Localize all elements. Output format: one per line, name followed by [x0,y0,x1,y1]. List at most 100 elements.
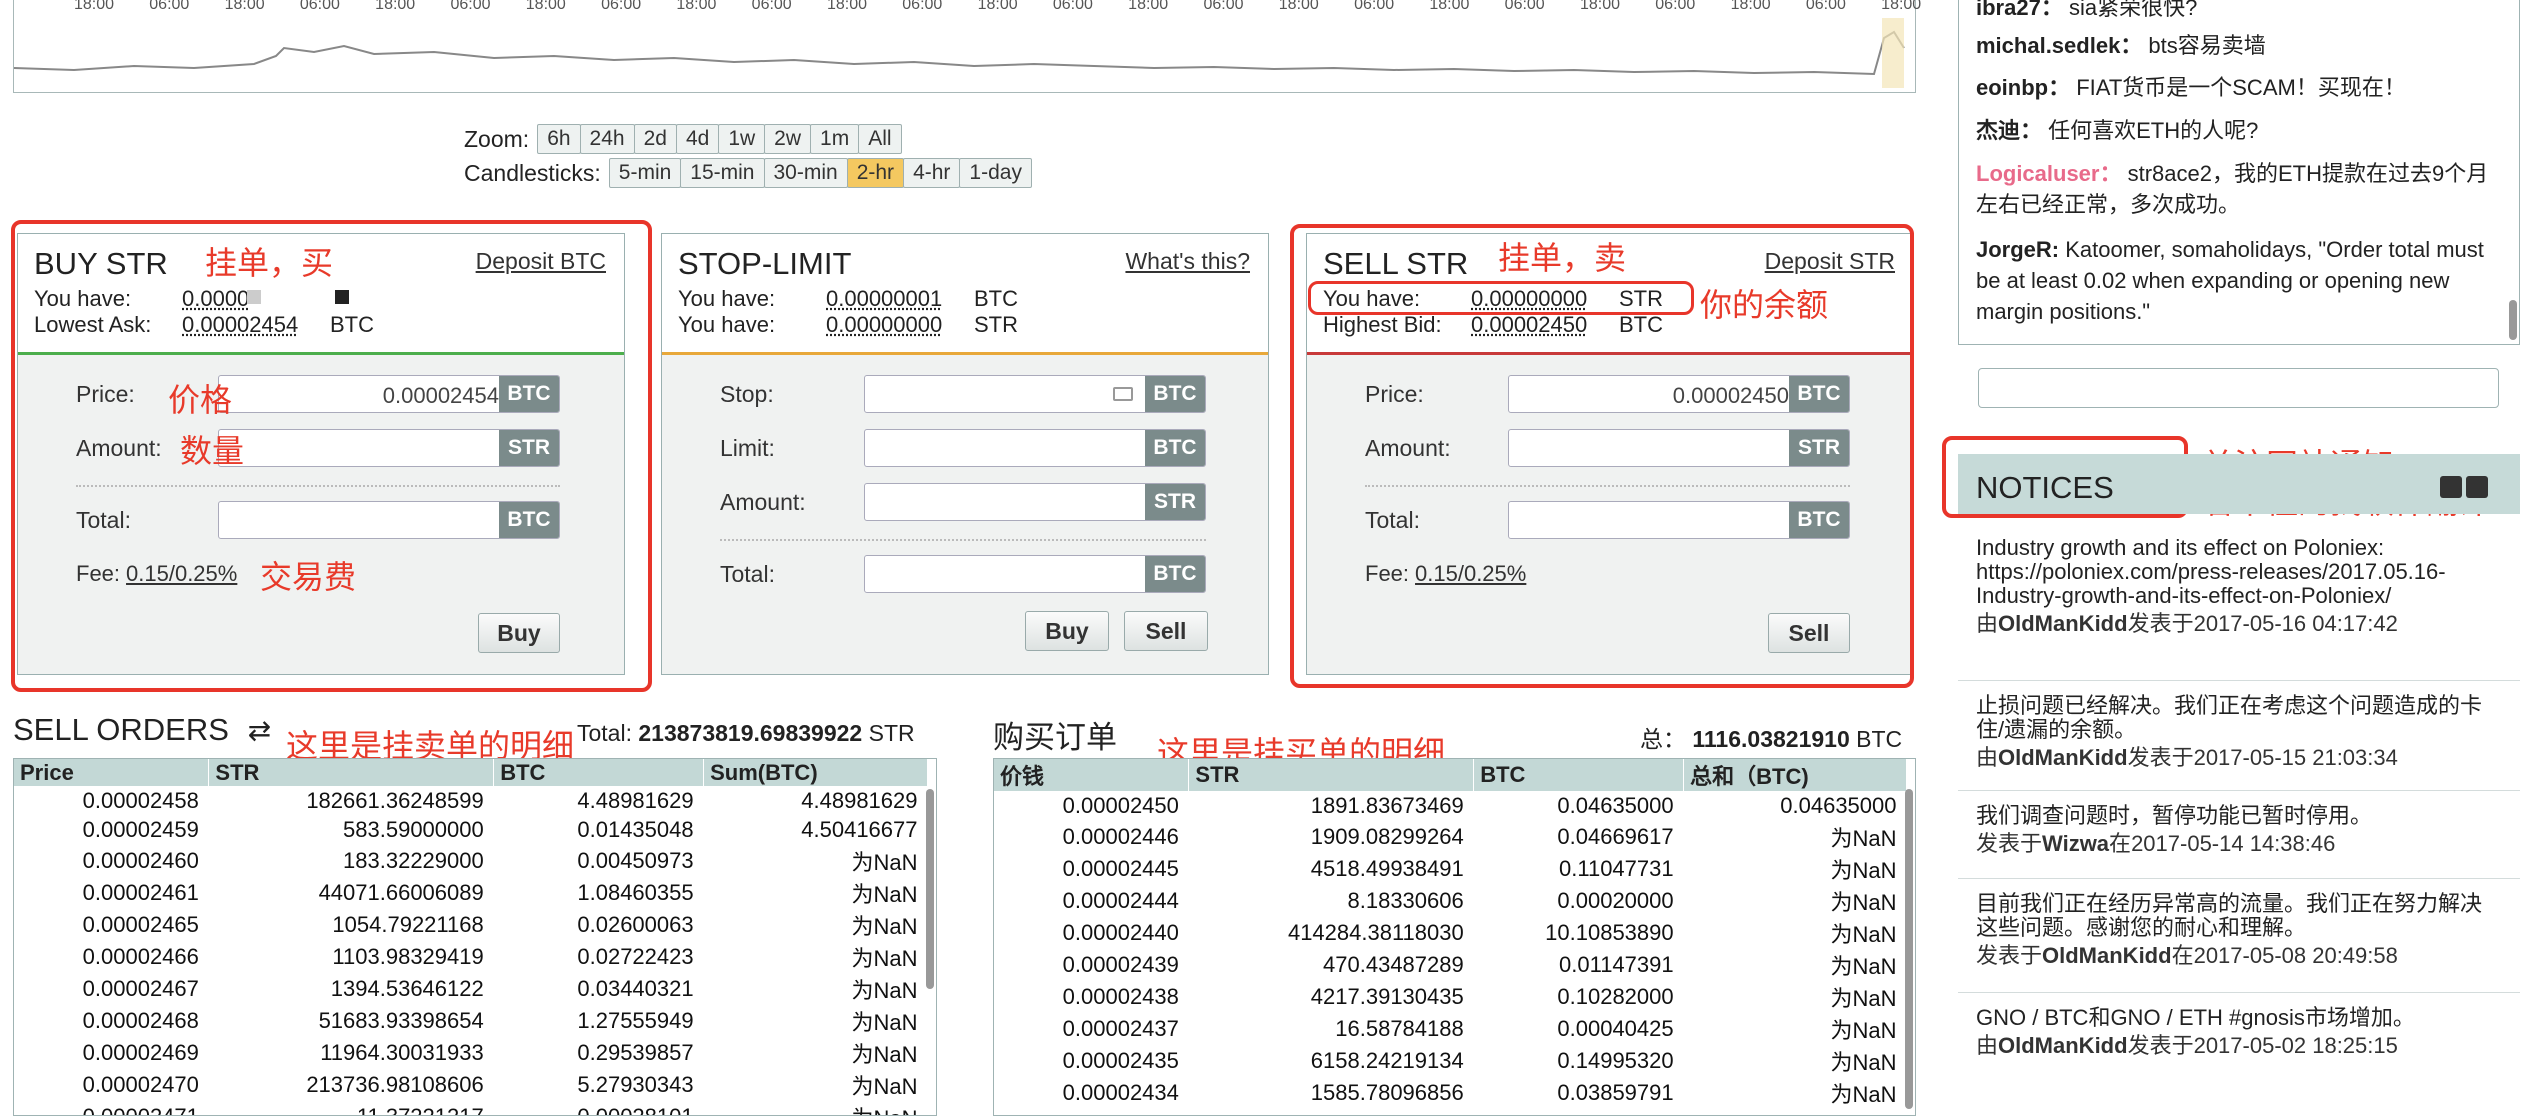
table-row[interactable]: 0.00002458 182661.36248599 4.48981629 4.489… [14,786,928,816]
table-row[interactable]: 0.00002468 51683.93398654 1.27555949 为NaN [14,1005,928,1037]
buy-orders-cell: 为NaN [1684,1109,1907,1116]
buy-orders-cell: 0.01147391 [1559,951,1674,977]
zoom-row: Zoom: 6h 24h 2d 4d 1w 2w 1m All [464,124,902,154]
table-row[interactable]: 0.00002433199797.565474724.86107477为NaN [994,1109,1907,1116]
table-row[interactable]: 0.00002434 1585.78096856 0.03859791 为NaN [994,1077,1907,1109]
table-row[interactable]: 0.00002459 583.59000000 0.01435048 4.504166… [14,816,928,846]
table-row[interactable]: 0.00002450 1891.83673469 0.04635000 0.04635… [994,791,1907,821]
balance-highlight [1308,281,1694,315]
table-row[interactable]: 0.00002446 1909.08299264 0.04669617 为NaN [994,821,1907,853]
table-header-row: 价钱 STR BTC 总和（BTC) [994,759,1907,791]
notice-author[interactable]: OldManKidd [2042,943,2172,968]
notice-author[interactable]: OldManKidd [1998,611,2128,636]
chat-username[interactable]: michal.sedlek： [1976,33,2142,58]
sell-orders-header-3[interactable]: Sum(BTC) [703,759,928,786]
sell-orders-header-2[interactable]: BTC [493,759,705,786]
sell-orders-cell: 1394.53646122 [330,976,484,1001]
zoom-1w[interactable]: 1w [718,124,766,154]
buy-orders-cell: 0.14995320 [1557,1047,1674,1073]
notice-date: 2017-05-14 14:38:46 [2131,831,2336,856]
notices-collapse-icon[interactable] [2440,476,2462,498]
zoom-1m[interactable]: 1m [810,124,860,154]
zoom-all[interactable]: All [858,124,902,154]
table-row[interactable]: 0.00002465 1054.79221168 0.02600063 为NaN [14,909,928,941]
candle-15-min[interactable]: 15-min [680,158,765,188]
table-row[interactable]: 0.00002437 16.58784188 0.00040425 为NaN [994,1013,1907,1045]
candlestick-row: Candlesticks: 5-min 15-min 30-min 2-hr 4-hr 1… [464,158,1032,188]
table-row[interactable]: 0.00002469 11964.30031933 0.29539857 为NaN [14,1037,928,1069]
anno-balance: 你的余额 [1700,287,1829,323]
zoom-2d[interactable]: 2d [633,124,677,154]
chat-message: 杰迪： 任何喜欢ETH的人呢? [1976,115,2496,146]
notice-author[interactable]: OldManKidd [1998,745,2128,770]
candle-4-hr[interactable]: 4-hr [903,158,961,188]
notice-author[interactable]: Wizwa [2042,831,2109,856]
notice-author[interactable]: OldManKidd [1998,1033,2128,1058]
table-row[interactable]: 0.00002439 470.43487289 0.01147391 为NaN [994,949,1907,981]
table-row[interactable]: 0.00002460 183.32229000 0.00450973 为NaN [14,845,928,877]
chat-username[interactable]: Logicaluser： [1976,161,2121,186]
buy-orders-header-2[interactable]: BTC [1473,759,1685,791]
chart-tick: 06:00 [751,0,792,13]
candle-2-hr[interactable]: 2-hr [846,158,905,188]
chart-sparkline [14,18,1905,88]
swap-icon[interactable]: ⇄ [248,715,271,746]
stop-buy-button[interactable]: Buy [1025,611,1109,651]
notice-meta: 由OldManKidd发表于2017-05-16 04:17:42 [1976,612,2496,636]
table-row[interactable]: 0.00002440 414284.38118030 10.10853890 为NaN [994,917,1907,949]
zoom-4d[interactable]: 4d [675,124,720,154]
chat-input[interactable] [1978,368,2499,408]
table-row[interactable]: 0.00002461 44071.66006089 1.08460355 为NaN [14,877,928,909]
notice-pre: 由 [1976,1033,1999,1058]
sell-orders-scrollbar[interactable] [926,789,934,989]
stop-total-input[interactable]: BTC [864,555,1206,593]
candle-5-min[interactable]: 5-min [608,158,682,188]
notice-text: 止损问题已经解决。我们正在考虑这个问题造成的卡住/遗漏的余额。 [1976,693,2483,742]
stop-amount-input[interactable]: STR [864,483,1206,521]
sell-orders-cell: 0.02600063 [577,912,694,937]
table-row[interactable]: 0.00002467 1394.53646122 0.03440321 为NaN [14,973,928,1005]
buy-orders-header-1[interactable]: STR [1188,759,1475,791]
zoom-6h[interactable]: 6h [537,124,581,154]
notices-close-icon[interactable] [2466,476,2488,498]
price-chart[interactable]: 18:00 06:00 18:00 06:00 18:00 06:00 18:00 06:00… [13,0,1921,93]
table-row[interactable]: 0.00002435 6158.24219134 0.14995320 为NaN [994,1045,1907,1077]
notice-pre: 由 [1976,745,1999,770]
chat-username[interactable]: eoinbp： [1976,75,2070,100]
chat-username[interactable]: JorgeR: [1976,237,2059,262]
buy-orders-cell: 为NaN [1830,1017,1897,1043]
buy-orders-cell: 为NaN [1830,921,1897,947]
table-row[interactable]: 0.00002438 4217.39130435 0.10282000 为NaN [994,981,1907,1013]
zoom-2w[interactable]: 2w [764,124,812,154]
chart-tick: 18:00 [1278,0,1319,13]
candle-1-day[interactable]: 1-day [959,158,1032,188]
notice-pre: 发表于 [1976,943,2043,968]
sell-orders-header-1[interactable]: STR [208,759,495,786]
whats-this-link[interactable]: What's this? [1125,248,1250,275]
chat-scrollbar[interactable] [2509,300,2517,340]
sell-orders-cell: 0.03440321 [577,976,694,1001]
candle-30-min[interactable]: 30-min [763,158,848,188]
zoom-24h[interactable]: 24h [579,124,635,154]
notice-pre: 由 [1976,611,1999,636]
chat-username[interactable]: 杰迪： [1976,118,2042,143]
buy-orders-cell: 0.00002450 [1062,792,1179,818]
stop-input[interactable]: BTC [864,375,1206,413]
notice-text: 我们调查问题时，暂停功能已暂时停用。 [1976,803,2373,828]
table-row[interactable]: 0.00002444 8.18330606 0.00020000 为NaN [994,885,1907,917]
table-row[interactable]: 0.00002445 4518.49938491 0.11047731 为NaN [994,853,1907,885]
stop-sell-button[interactable]: Sell [1124,611,1208,651]
sell-orders-header-0[interactable]: Price [14,759,210,786]
chat-username[interactable]: ibra27： [1976,0,2063,20]
sell-orders-cell: 0.00002468 [82,1008,199,1033]
buy-orders-header-3[interactable]: 总和（BTC) [1683,759,1907,791]
limit-input[interactable]: BTC [864,429,1206,467]
buy-orders-scrollbar[interactable] [1905,789,1913,1109]
notice-separator [1958,992,2520,993]
buy-orders-header-0[interactable]: 价钱 [994,759,1190,791]
chart-tick: 18:00 [73,0,115,13]
table-row[interactable]: 0.00002466 1103.98329419 0.02722423 为NaN [14,941,928,973]
table-row[interactable]: 0.00002470 213736.98108606 5.27930343 为NaN [14,1069,928,1101]
table-row[interactable]: 0.0000247111.372212170.00028101为NaN [14,1101,928,1115]
sell-orders-cell: 0.00002460 [82,848,199,873]
